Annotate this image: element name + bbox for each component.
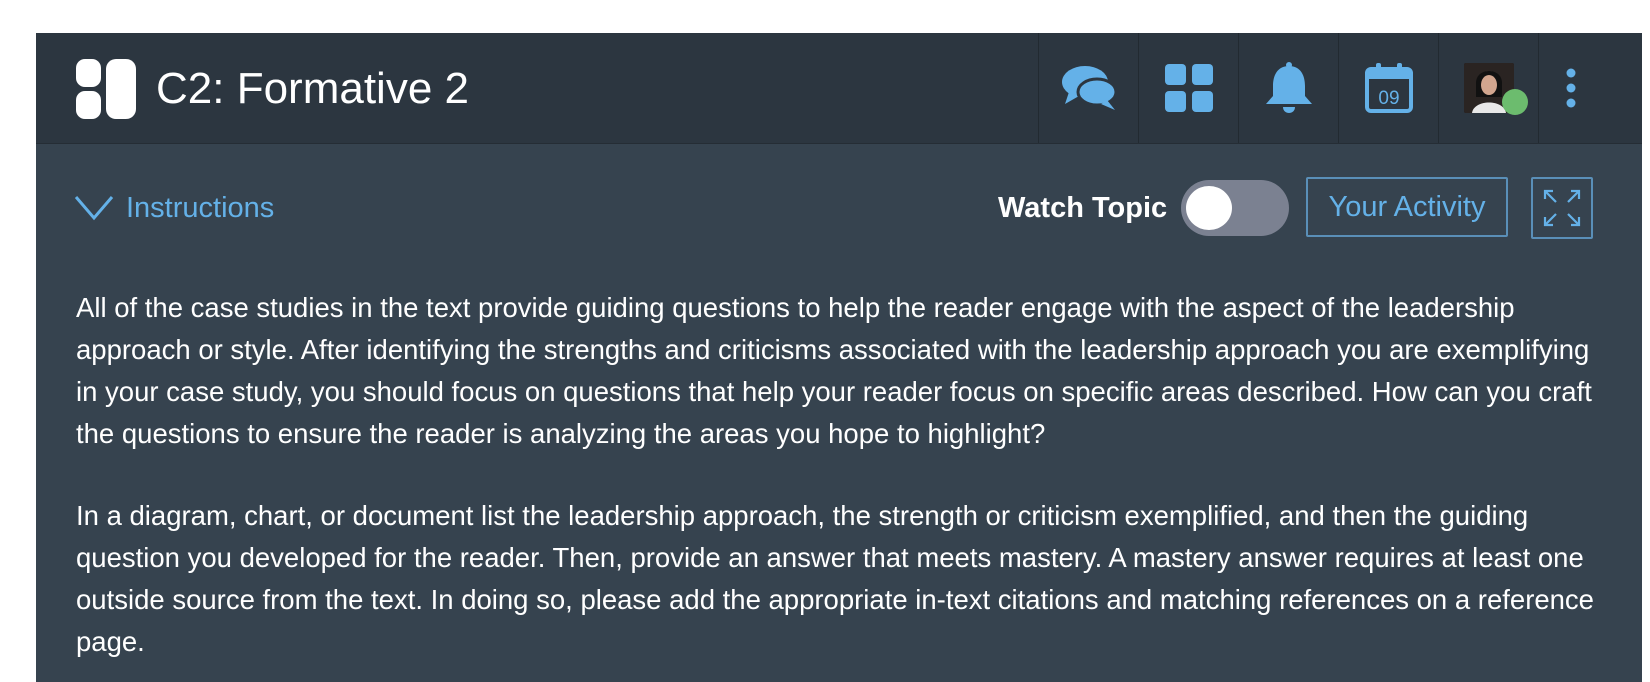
chat-button[interactable] [1038,33,1138,143]
your-activity-button[interactable]: Your Activity [1306,177,1508,237]
watch-topic-label: Watch Topic [998,191,1168,224]
instructions-label: Instructions [126,191,275,224]
grid-icon [1164,64,1213,112]
notifications-button[interactable] [1238,33,1338,143]
instructions-toggle[interactable]: Instructions [74,183,274,233]
calendar-button[interactable]: 09 [1338,33,1438,143]
toggle-knob [1186,186,1233,230]
page-title: C2: Formative 2 [156,64,469,113]
logo-icon [76,59,136,119]
profile-button[interactable] [1438,33,1538,143]
calendar-day: 09 [1378,88,1399,109]
expand-icon [1543,189,1581,227]
online-status-dot [1501,89,1528,115]
instructions-content: All of the case studies in the text prov… [76,287,1616,682]
watch-topic-toggle[interactable] [1181,180,1290,236]
header-bar: C2: Formative 2 09 [36,33,1642,144]
more-button[interactable] [1538,33,1603,143]
more-vertical-icon [1566,68,1576,108]
avatar [1463,63,1528,115]
instructions-paragraph: All of the case studies in the text prov… [76,292,1592,449]
bell-icon [1265,62,1312,113]
calendar-icon: 09 [1364,63,1413,113]
watch-topic: Watch Topic [998,178,1290,238]
chat-icon [1061,66,1117,110]
header-actions: 09 [1038,33,1603,143]
instructions-paragraph: In a diagram, chart, or document list th… [76,500,1594,657]
chevron-down-icon [74,196,114,221]
apps-button[interactable] [1138,33,1238,143]
instructions-toolbar: Instructions Watch Topic Your Activity [36,173,1642,243]
discussion-panel: C2: Formative 2 09 Instructions Watch To… [36,33,1642,682]
fullscreen-button[interactable] [1531,177,1593,239]
